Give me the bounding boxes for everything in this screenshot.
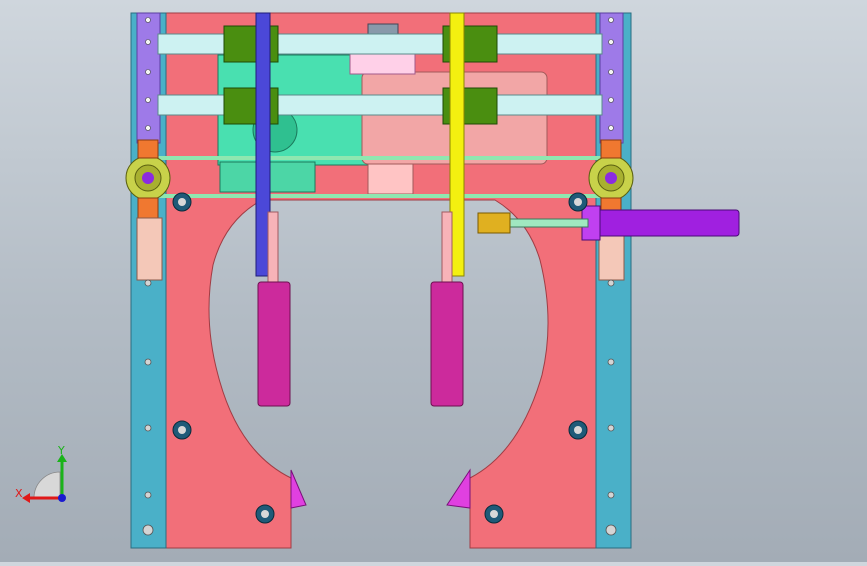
x-axis-label: X [15, 487, 23, 500]
coordinate-triad-icon: Y X [10, 440, 80, 510]
horizontal-cylinder [595, 209, 740, 237]
right-pulley [588, 155, 634, 201]
cad-model [125, 12, 740, 549]
motor-end-cap [367, 163, 414, 195]
right-jaw [446, 468, 471, 509]
motor-bracket [367, 23, 399, 35]
cad-viewport[interactable]: Y X [0, 0, 867, 562]
y-axis-label: Y [57, 444, 65, 457]
left-jaw [290, 469, 307, 509]
right-chain [599, 12, 624, 144]
left-chain [136, 12, 161, 144]
gold-fitting [477, 212, 511, 234]
left-pulley [125, 155, 171, 201]
